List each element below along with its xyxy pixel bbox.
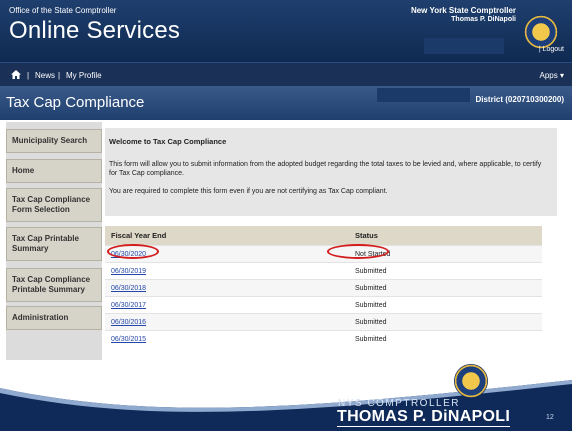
nav-separator: | [58,71,61,80]
highlight-oval-status [327,244,389,259]
welcome-requirement-text: You are required to complete this form e… [109,188,388,195]
sidebar-item-form-selection[interactable]: Tax Cap Compliance Form Selection [6,188,102,222]
logout-link[interactable]: | Logout [539,46,564,53]
home-icon[interactable] [11,70,21,79]
status-cell: Submitted [349,296,542,314]
district-label: District (020710300200) [475,95,564,104]
fiscal-year-table: Fiscal Year End Status 06/30/2020 Not St… [105,226,542,347]
sidebar-item-home[interactable]: Home [6,159,102,183]
sidebar-item-administration[interactable]: Administration [6,306,102,330]
sidebar-item-municipality-search[interactable]: Municipality Search [6,129,102,153]
redaction-box [377,88,470,102]
nav-my-profile-link[interactable]: My Profile [66,71,102,80]
seal-icon [524,15,558,49]
sidebar-item-tax-cap-summary[interactable]: Tax Cap Printable Summary [6,227,102,261]
fiscal-year-link[interactable]: 06/30/2015 [111,336,146,343]
app-title: Online Services [9,17,181,44]
slide-number: 12 [546,414,554,421]
table-row: 06/30/2018 Submitted [105,279,542,297]
fiscal-year-link[interactable]: 06/30/2019 [111,268,146,275]
status-cell: Submitted [349,262,542,280]
highlight-oval-fiscal-year [107,244,159,259]
fiscal-year-link[interactable]: 06/30/2017 [111,302,146,309]
status-cell: Submitted [349,279,542,297]
table-row: 06/30/2017 Submitted [105,296,542,314]
nav-separator: | [27,71,30,80]
seal-icon [454,364,488,398]
table-row: 06/30/2020 Not Started [105,245,542,263]
office-label: Office of the State Comptroller [9,6,117,15]
table-row: 06/30/2019 Submitted [105,262,542,280]
table-row: 06/30/2016 Submitted [105,313,542,331]
fiscal-year-link[interactable]: 06/30/2016 [111,319,146,326]
comptroller-name: Thomas P. DiNapoli [451,16,516,23]
welcome-text: This form will allow you to submit infor… [109,161,542,177]
table-row: 06/30/2015 Submitted [105,330,542,347]
fiscal-year-link[interactable]: 06/30/2018 [111,285,146,292]
comptroller-title: New York State Comptroller [410,6,516,15]
column-header-status: Status [349,226,542,246]
status-cell: Submitted [349,330,542,347]
status-cell: Submitted [349,313,542,331]
redaction-box [424,38,504,54]
welcome-heading: Welcome to Tax Cap Compliance [109,137,227,146]
sidebar-item-compliance-summary[interactable]: Tax Cap Compliance Printable Summary [6,268,102,302]
column-header-fiscal-year-end: Fiscal Year End [105,226,349,246]
apps-menu[interactable]: Apps ▾ [540,71,564,80]
page-title: Tax Cap Compliance [6,94,145,111]
nav-news-link[interactable]: News [35,71,55,80]
footer-name: THOMAS P. DiNAPOLI [337,408,511,427]
